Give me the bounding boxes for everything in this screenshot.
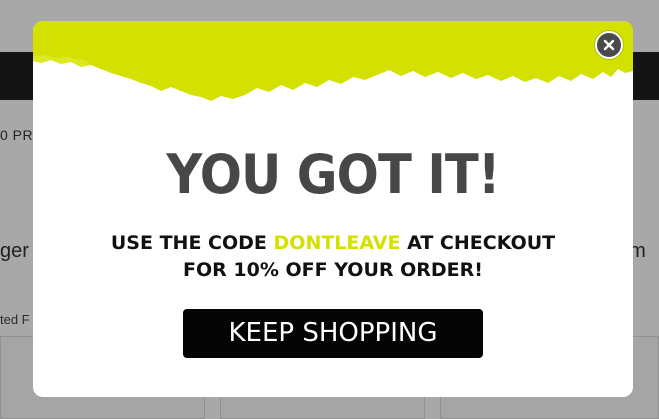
torn-paper-splash-graphic <box>33 21 633 101</box>
close-icon <box>603 39 615 51</box>
modal-headline: YOU GOT IT! <box>166 143 500 206</box>
modal-message: USE THE CODE DONTLEAVE AT CHECKOUT FOR 1… <box>33 230 633 284</box>
message-suffix: AT CHECKOUT <box>407 232 556 254</box>
message-line-1: USE THE CODE DONTLEAVE AT CHECKOUT <box>33 230 633 257</box>
close-button[interactable] <box>595 31 623 59</box>
keep-shopping-button[interactable]: KEEP SHOPPING <box>183 309 483 358</box>
message-prefix: USE THE CODE <box>110 232 267 254</box>
message-line-2: FOR 10% OFF YOUR ORDER! <box>183 259 483 281</box>
exit-intent-modal: YOU GOT IT! USE THE CODE DONTLEAVE AT CH… <box>33 21 633 397</box>
promo-code: DONTLEAVE <box>273 232 401 254</box>
